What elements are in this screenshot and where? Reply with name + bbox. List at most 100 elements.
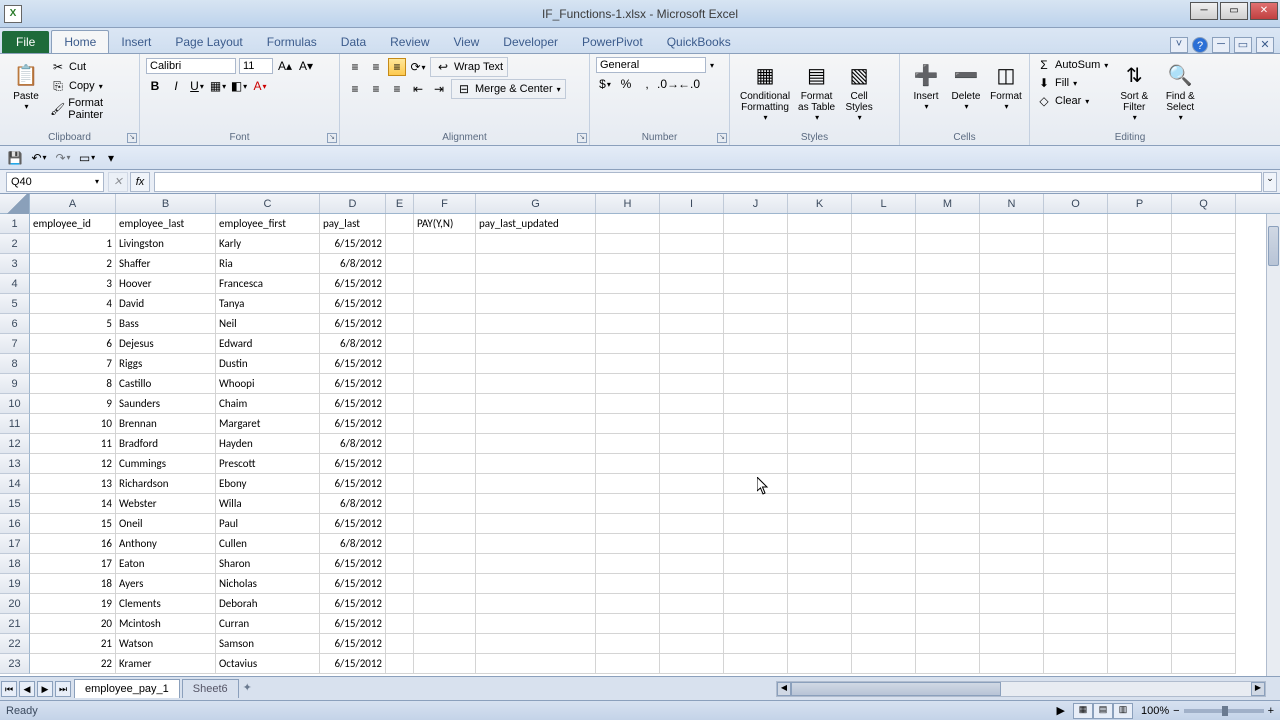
cell[interactable] [476, 294, 596, 314]
cell[interactable] [660, 414, 724, 434]
cell[interactable] [724, 334, 788, 354]
cell[interactable] [596, 414, 660, 434]
cell[interactable] [724, 634, 788, 654]
sheet-nav-last-icon[interactable]: ⏭ [55, 681, 71, 697]
cell[interactable]: 6/15/2012 [320, 474, 386, 494]
cell[interactable] [476, 554, 596, 574]
cell[interactable] [414, 574, 476, 594]
zoom-slider[interactable] [1184, 709, 1264, 713]
cell[interactable] [1172, 394, 1236, 414]
cell[interactable] [788, 314, 852, 334]
cell[interactable] [414, 234, 476, 254]
increase-font-icon[interactable]: A▴ [276, 57, 294, 75]
cell[interactable] [596, 314, 660, 334]
cell[interactable]: Deborah [216, 594, 320, 614]
cell[interactable] [788, 294, 852, 314]
cell[interactable] [724, 474, 788, 494]
cell[interactable] [660, 634, 724, 654]
cell[interactable] [1172, 334, 1236, 354]
cell[interactable] [476, 234, 596, 254]
cell[interactable] [660, 294, 724, 314]
cell[interactable] [386, 614, 414, 634]
cell[interactable] [724, 354, 788, 374]
cell[interactable] [788, 654, 852, 674]
cell[interactable] [1044, 234, 1108, 254]
cell[interactable]: 6/15/2012 [320, 454, 386, 474]
font-name-select[interactable] [146, 58, 236, 74]
cell[interactable]: employee_first [216, 214, 320, 234]
cell[interactable] [386, 454, 414, 474]
cell[interactable] [386, 434, 414, 454]
cell[interactable] [1044, 374, 1108, 394]
cell[interactable] [980, 394, 1044, 414]
cell[interactable] [596, 594, 660, 614]
cell[interactable] [724, 214, 788, 234]
select-all-button[interactable] [0, 194, 30, 214]
cell[interactable] [916, 354, 980, 374]
cell[interactable] [1172, 214, 1236, 234]
cell[interactable]: employee_last [116, 214, 216, 234]
cell[interactable] [1172, 454, 1236, 474]
workbook-minimize-icon[interactable]: ─ [1212, 37, 1230, 53]
cell[interactable]: 6/8/2012 [320, 334, 386, 354]
cell[interactable] [916, 374, 980, 394]
row-header[interactable]: 12 [0, 434, 30, 454]
cell[interactable] [660, 374, 724, 394]
cell[interactable]: employee_id [30, 214, 116, 234]
cell[interactable]: 21 [30, 634, 116, 654]
cell[interactable] [852, 434, 916, 454]
cell[interactable] [724, 594, 788, 614]
cell[interactable]: 6/15/2012 [320, 614, 386, 634]
ribbon-tab-quickbooks[interactable]: QuickBooks [655, 31, 743, 53]
ribbon-tab-formulas[interactable]: Formulas [255, 31, 329, 53]
sheet-nav-next-icon[interactable]: ▶ [37, 681, 53, 697]
orientation-icon[interactable]: ⟳▾ [409, 58, 427, 76]
cell[interactable] [1044, 294, 1108, 314]
align-bottom-icon[interactable]: ≡ [388, 58, 406, 76]
cell[interactable] [386, 354, 414, 374]
cell[interactable] [980, 614, 1044, 634]
cell[interactable] [852, 534, 916, 554]
column-header-B[interactable]: B [116, 194, 216, 213]
cell[interactable] [1172, 554, 1236, 574]
cell[interactable]: Anthony [116, 534, 216, 554]
cell[interactable]: 2 [30, 254, 116, 274]
cell[interactable]: 11 [30, 434, 116, 454]
cut-button[interactable]: ✂Cut [50, 59, 133, 75]
align-left-icon[interactable]: ≡ [346, 80, 364, 98]
cell[interactable] [386, 594, 414, 614]
insert-function-button[interactable]: fx [130, 172, 150, 192]
cell[interactable] [1172, 354, 1236, 374]
cell[interactable] [386, 294, 414, 314]
row-header[interactable]: 16 [0, 514, 30, 534]
cell[interactable] [788, 454, 852, 474]
cell[interactable] [724, 554, 788, 574]
cell[interactable] [596, 394, 660, 414]
page-layout-view-button[interactable]: ▤ [1093, 703, 1113, 719]
number-dialog-launcher[interactable]: ↘ [717, 133, 727, 143]
cell[interactable] [980, 234, 1044, 254]
hscroll-thumb[interactable] [791, 682, 1001, 696]
cell[interactable] [596, 634, 660, 654]
row-header[interactable]: 14 [0, 474, 30, 494]
cell[interactable] [476, 634, 596, 654]
cell[interactable]: Curran [216, 614, 320, 634]
cell[interactable]: 6/15/2012 [320, 394, 386, 414]
minimize-button[interactable]: ─ [1190, 2, 1218, 20]
cell[interactable] [1108, 254, 1172, 274]
cell[interactable] [980, 654, 1044, 674]
name-box[interactable]: Q40▾ [6, 172, 104, 192]
cell[interactable]: 5 [30, 314, 116, 334]
cell[interactable]: 7 [30, 354, 116, 374]
cell[interactable] [980, 414, 1044, 434]
cell[interactable] [1172, 234, 1236, 254]
increase-indent-icon[interactable]: ⇥ [430, 80, 448, 98]
sheet-nav-first-icon[interactable]: ⏮ [1, 681, 17, 697]
cell[interactable]: Saunders [116, 394, 216, 414]
cell[interactable] [852, 454, 916, 474]
cell[interactable] [724, 434, 788, 454]
cell[interactable] [788, 394, 852, 414]
cell[interactable] [596, 294, 660, 314]
cell[interactable] [916, 554, 980, 574]
column-header-D[interactable]: D [320, 194, 386, 213]
